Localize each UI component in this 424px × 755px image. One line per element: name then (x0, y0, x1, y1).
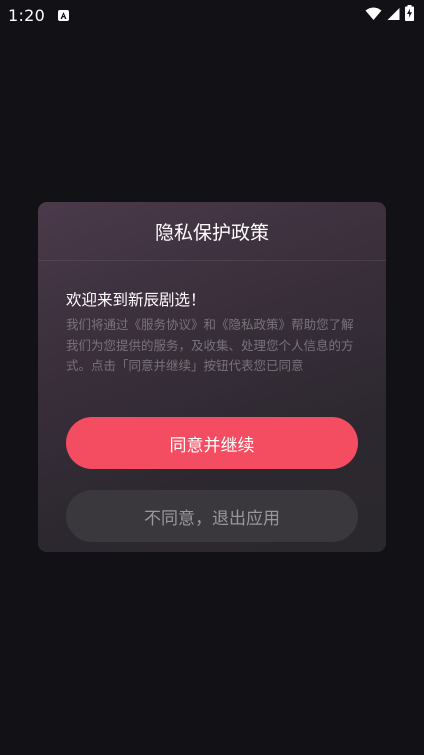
body-and: 和 (203, 317, 217, 332)
signal-icon (387, 6, 400, 25)
welcome-text: 欢迎来到新辰剧选！ (66, 291, 206, 309)
disagree-exit-button[interactable]: 不同意，退出应用 (66, 490, 358, 542)
dialog-divider (38, 260, 386, 261)
privacy-policy-link[interactable]: 《隐私政策》 (216, 317, 291, 332)
service-agreement-link[interactable]: 《服务协议》 (129, 317, 204, 332)
dialog-title: 隐私保护政策 (154, 221, 269, 244)
body-prefix: 我们将通过 (66, 317, 129, 332)
status-bar: 1:20 (0, 0, 424, 30)
agree-continue-button[interactable]: 同意并继续 (66, 417, 358, 469)
status-icons (365, 5, 414, 25)
wifi-icon (365, 6, 382, 25)
policy-body-text: 我们将通过《服务协议》和《隐私政策》帮助您了解我们为您提供的服务，及收集、处理您… (66, 315, 356, 377)
a-letter-icon (58, 9, 70, 21)
battery-charging-icon (405, 5, 414, 25)
privacy-dialog: 隐私保护政策 欢迎来到新辰剧选！ 我们将通过《服务协议》和《隐私政策》帮助您了解… (38, 202, 386, 552)
status-time: 1:20 (8, 5, 46, 25)
